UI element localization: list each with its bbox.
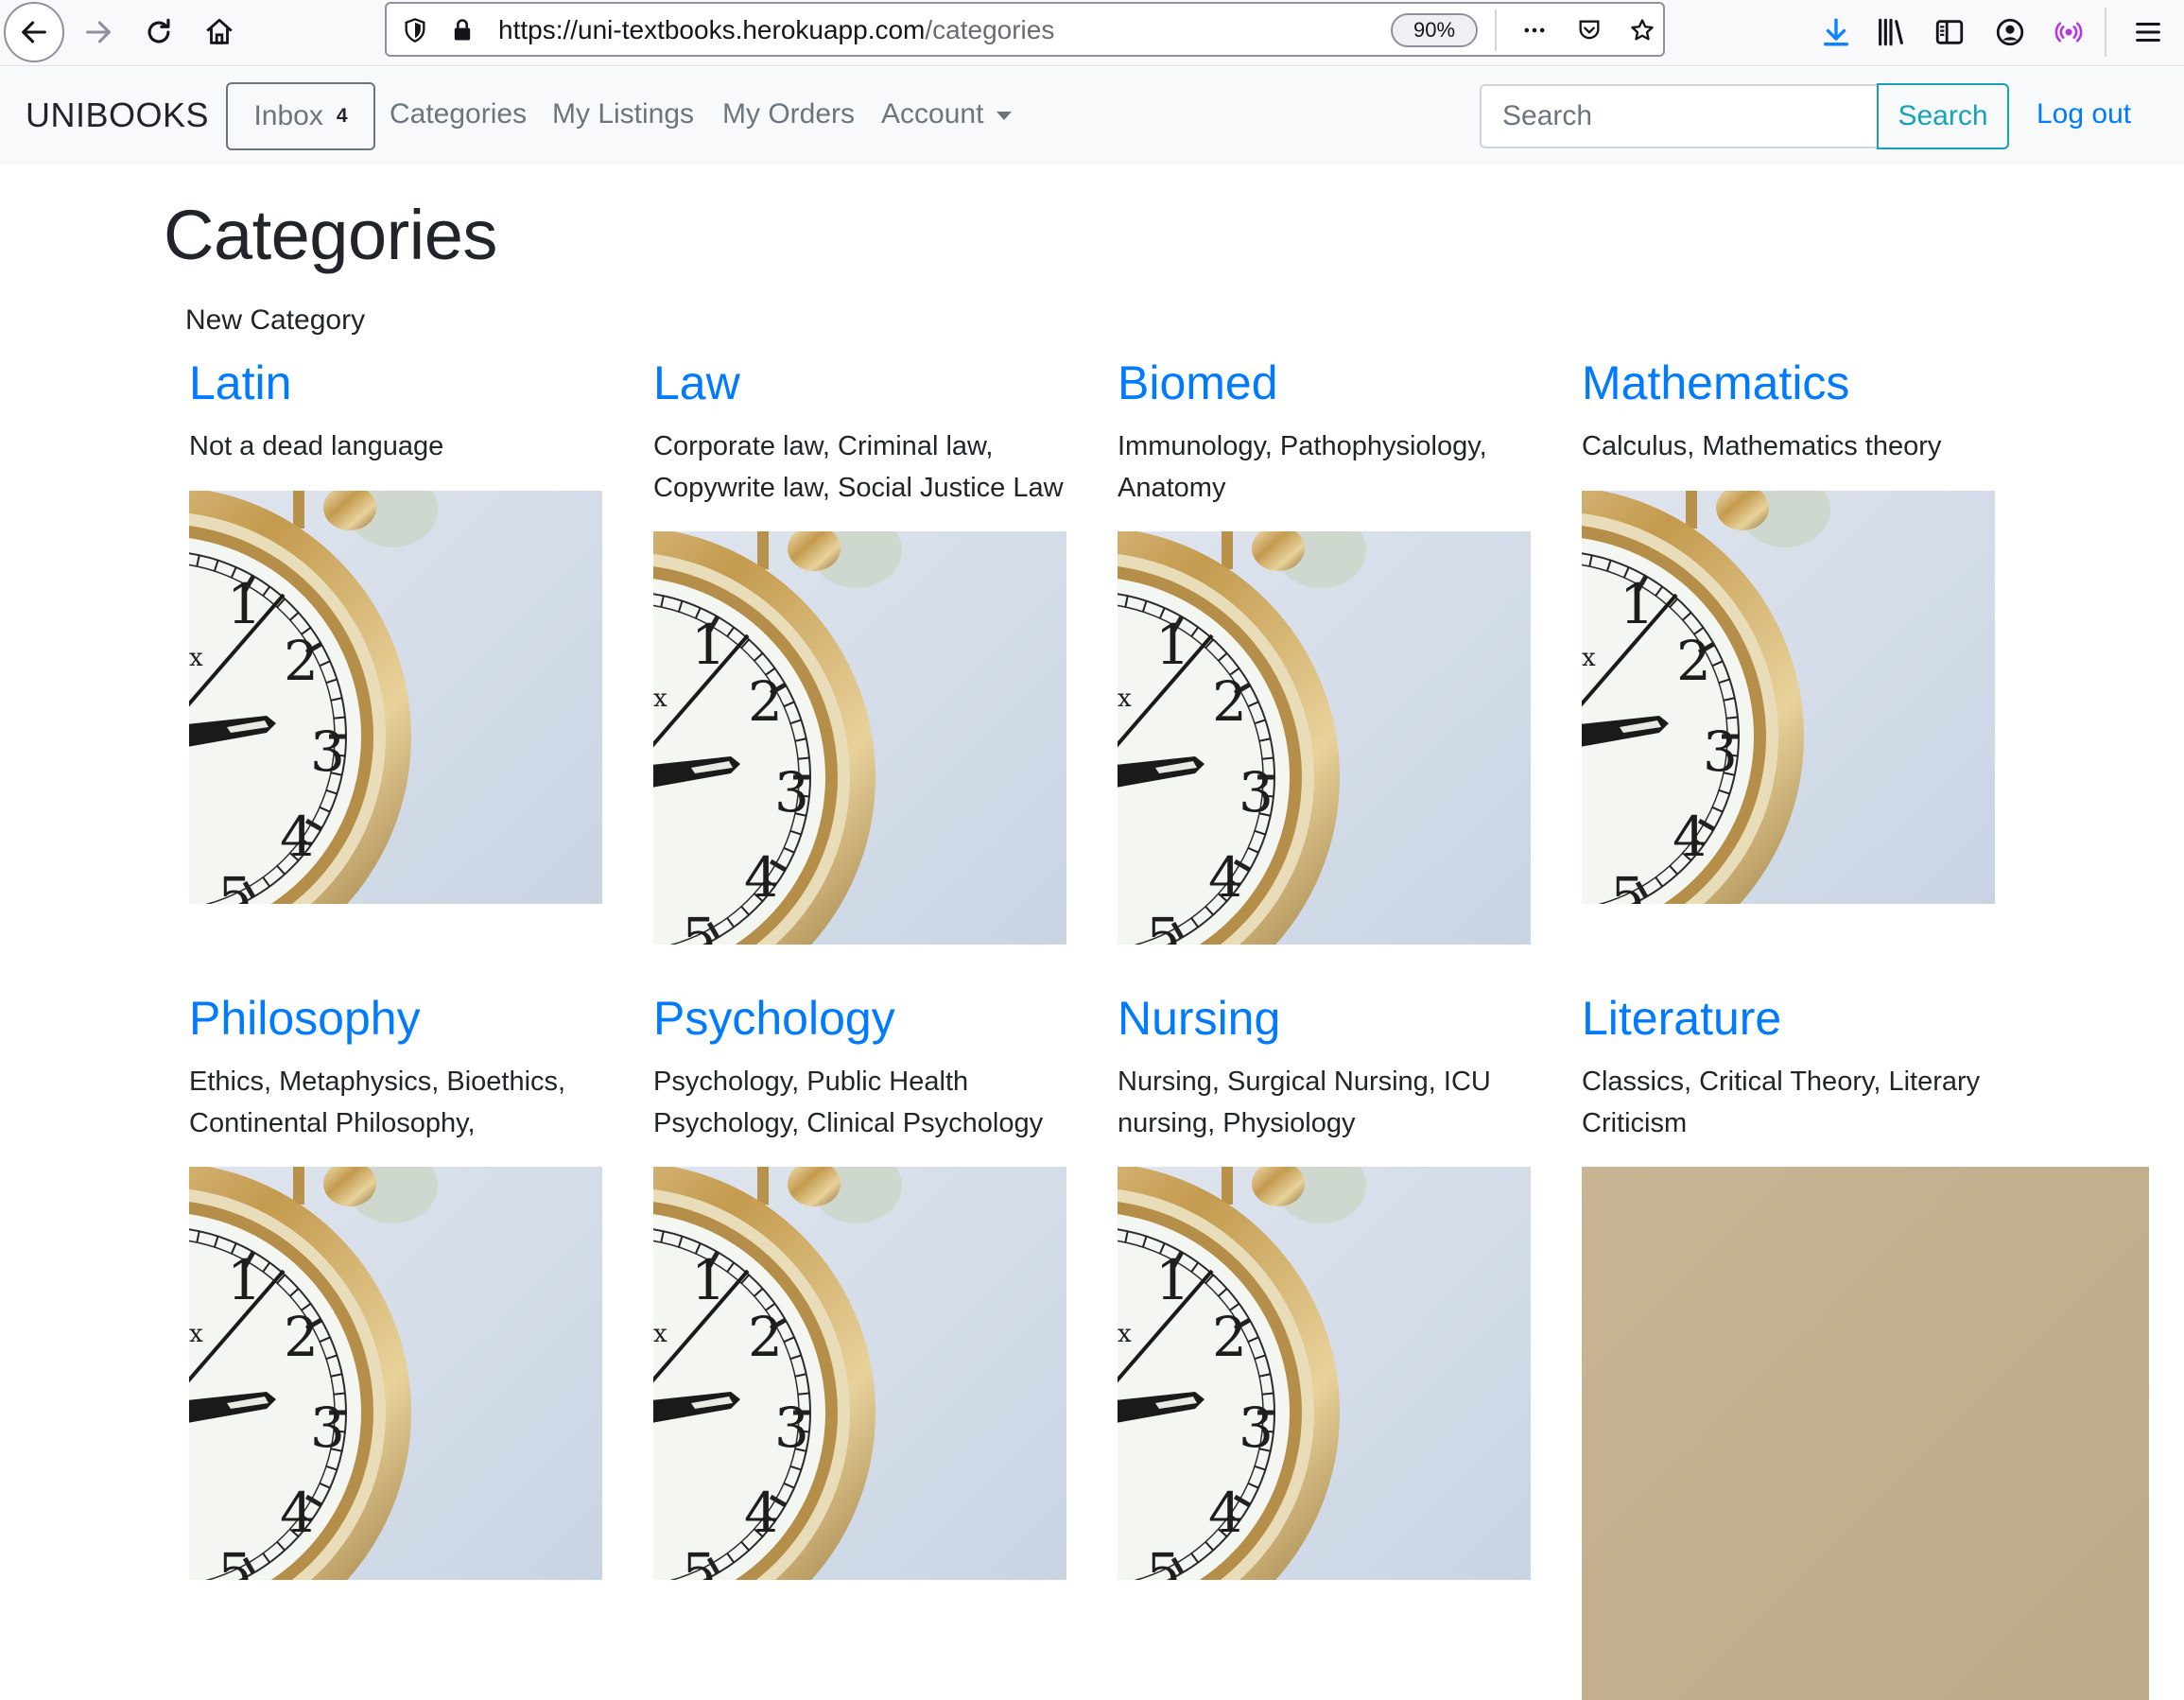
inbox-count-badge: 4: [336, 105, 348, 127]
category-title[interactable]: Philosophy: [189, 990, 603, 1047]
account-dropdown[interactable]: Account: [881, 98, 1013, 130]
category-title[interactable]: Law: [653, 355, 1067, 411]
library-icon[interactable]: [1864, 6, 1917, 59]
back-arrow-icon[interactable]: [4, 2, 64, 62]
forward-arrow-icon[interactable]: [72, 6, 125, 59]
alarm-clock-image: [653, 531, 1066, 945]
search-input[interactable]: [1480, 84, 1877, 148]
alarm-clock-image: [1118, 531, 1531, 945]
alarm-clock-image: [189, 1167, 602, 1580]
new-category-link[interactable]: New Category: [185, 304, 365, 337]
inbox-button[interactable]: Inbox 4: [226, 82, 375, 150]
url-text[interactable]: https://uni-textbooks.herokuapp.com/cate…: [498, 15, 1054, 45]
category-card-philosophy: Philosophy Ethics, Metaphysics, Bioethic…: [189, 990, 603, 1580]
category-description: Not a dead language: [189, 431, 444, 461]
site-navbar: UNIBOOKS Inbox 4 Categories My Listings …: [0, 67, 2184, 165]
alarm-clock-image: [1118, 1167, 1531, 1580]
category-title[interactable]: Nursing: [1118, 990, 1532, 1047]
urlbar-divider: [1495, 9, 1497, 51]
category-description: Psychology, Public Health Psychology, Cl…: [653, 1067, 1044, 1138]
search-button[interactable]: Search: [1877, 83, 2009, 149]
inbox-label: Inbox: [253, 100, 323, 131]
nav-link-my-orders[interactable]: My Orders: [722, 98, 855, 130]
extension-broadcast-icon[interactable]: [2042, 6, 2095, 59]
nav-link-my-listings[interactable]: My Listings: [552, 98, 694, 130]
category-description: Classics, Critical Theory, Literary Crit…: [1582, 1067, 1981, 1138]
account-icon[interactable]: [1984, 6, 2037, 59]
category-description: Calculus, Mathematics theory: [1582, 431, 1942, 461]
address-bar[interactable]: https://uni-textbooks.herokuapp.com/cate…: [385, 2, 1665, 57]
reload-icon[interactable]: [132, 6, 185, 59]
category-title[interactable]: Biomed: [1118, 355, 1532, 411]
kraft-paper-image: [1582, 1167, 2149, 1700]
brand-logo[interactable]: UNIBOOKS: [26, 95, 209, 135]
category-description: Nursing, Surgical Nursing, ICU nursing, …: [1118, 1067, 1491, 1138]
account-label: Account: [881, 98, 984, 130]
browser-toolbar: https://uni-textbooks.herokuapp.com/cate…: [0, 0, 2184, 66]
page-title: Categories: [164, 196, 497, 274]
category-title[interactable]: Latin: [189, 355, 603, 411]
category-card-literature: Literature Classics, Critical Theory, Li…: [1582, 990, 2184, 1700]
category-card-mathematics: Mathematics Calculus, Mathematics theory: [1582, 355, 1996, 904]
category-description: Immunology, Pathophysiology, Anatomy: [1118, 431, 1487, 503]
url-host: https://uni-textbooks.herokuapp.com: [498, 15, 926, 44]
toolbar-divider: [2105, 8, 2106, 57]
alarm-clock-image: [1582, 491, 1995, 904]
caret-down-icon: [997, 111, 1013, 120]
more-actions-icon[interactable]: [1517, 13, 1551, 47]
bookmark-star-icon[interactable]: [1625, 13, 1659, 47]
home-icon[interactable]: [193, 6, 246, 59]
url-path: /categories: [925, 15, 1055, 44]
category-card-law: Law Corporate law, Criminal law, Copywri…: [653, 355, 1067, 945]
alarm-clock-image: [189, 491, 602, 904]
category-description: Corporate law, Criminal law, Copywrite l…: [653, 431, 1064, 503]
category-card-nursing: Nursing Nursing, Surgical Nursing, ICU n…: [1118, 990, 1532, 1580]
hamburger-menu-icon[interactable]: [2122, 6, 2175, 59]
sidebar-icon[interactable]: [1923, 6, 1976, 59]
category-card-latin: Latin Not a dead language: [189, 355, 603, 904]
lock-icon[interactable]: [445, 13, 479, 47]
download-icon[interactable]: [1810, 6, 1863, 59]
category-card-psychology: Psychology Psychology, Public Health Psy…: [653, 990, 1067, 1580]
alarm-clock-image: [653, 1167, 1066, 1580]
logout-link[interactable]: Log out: [2037, 98, 2131, 130]
nav-link-categories[interactable]: Categories: [390, 98, 527, 130]
pocket-icon[interactable]: [1572, 13, 1606, 47]
category-title[interactable]: Mathematics: [1582, 355, 1996, 411]
category-description: Ethics, Metaphysics, Bioethics, Continen…: [189, 1067, 566, 1138]
zoom-level-badge[interactable]: 90%: [1391, 13, 1478, 47]
tracking-shield-icon[interactable]: [398, 13, 432, 47]
category-card-biomed: Biomed Immunology, Pathophysiology, Anat…: [1118, 355, 1532, 945]
category-title[interactable]: Literature: [1582, 990, 2184, 1047]
category-title[interactable]: Psychology: [653, 990, 1067, 1047]
